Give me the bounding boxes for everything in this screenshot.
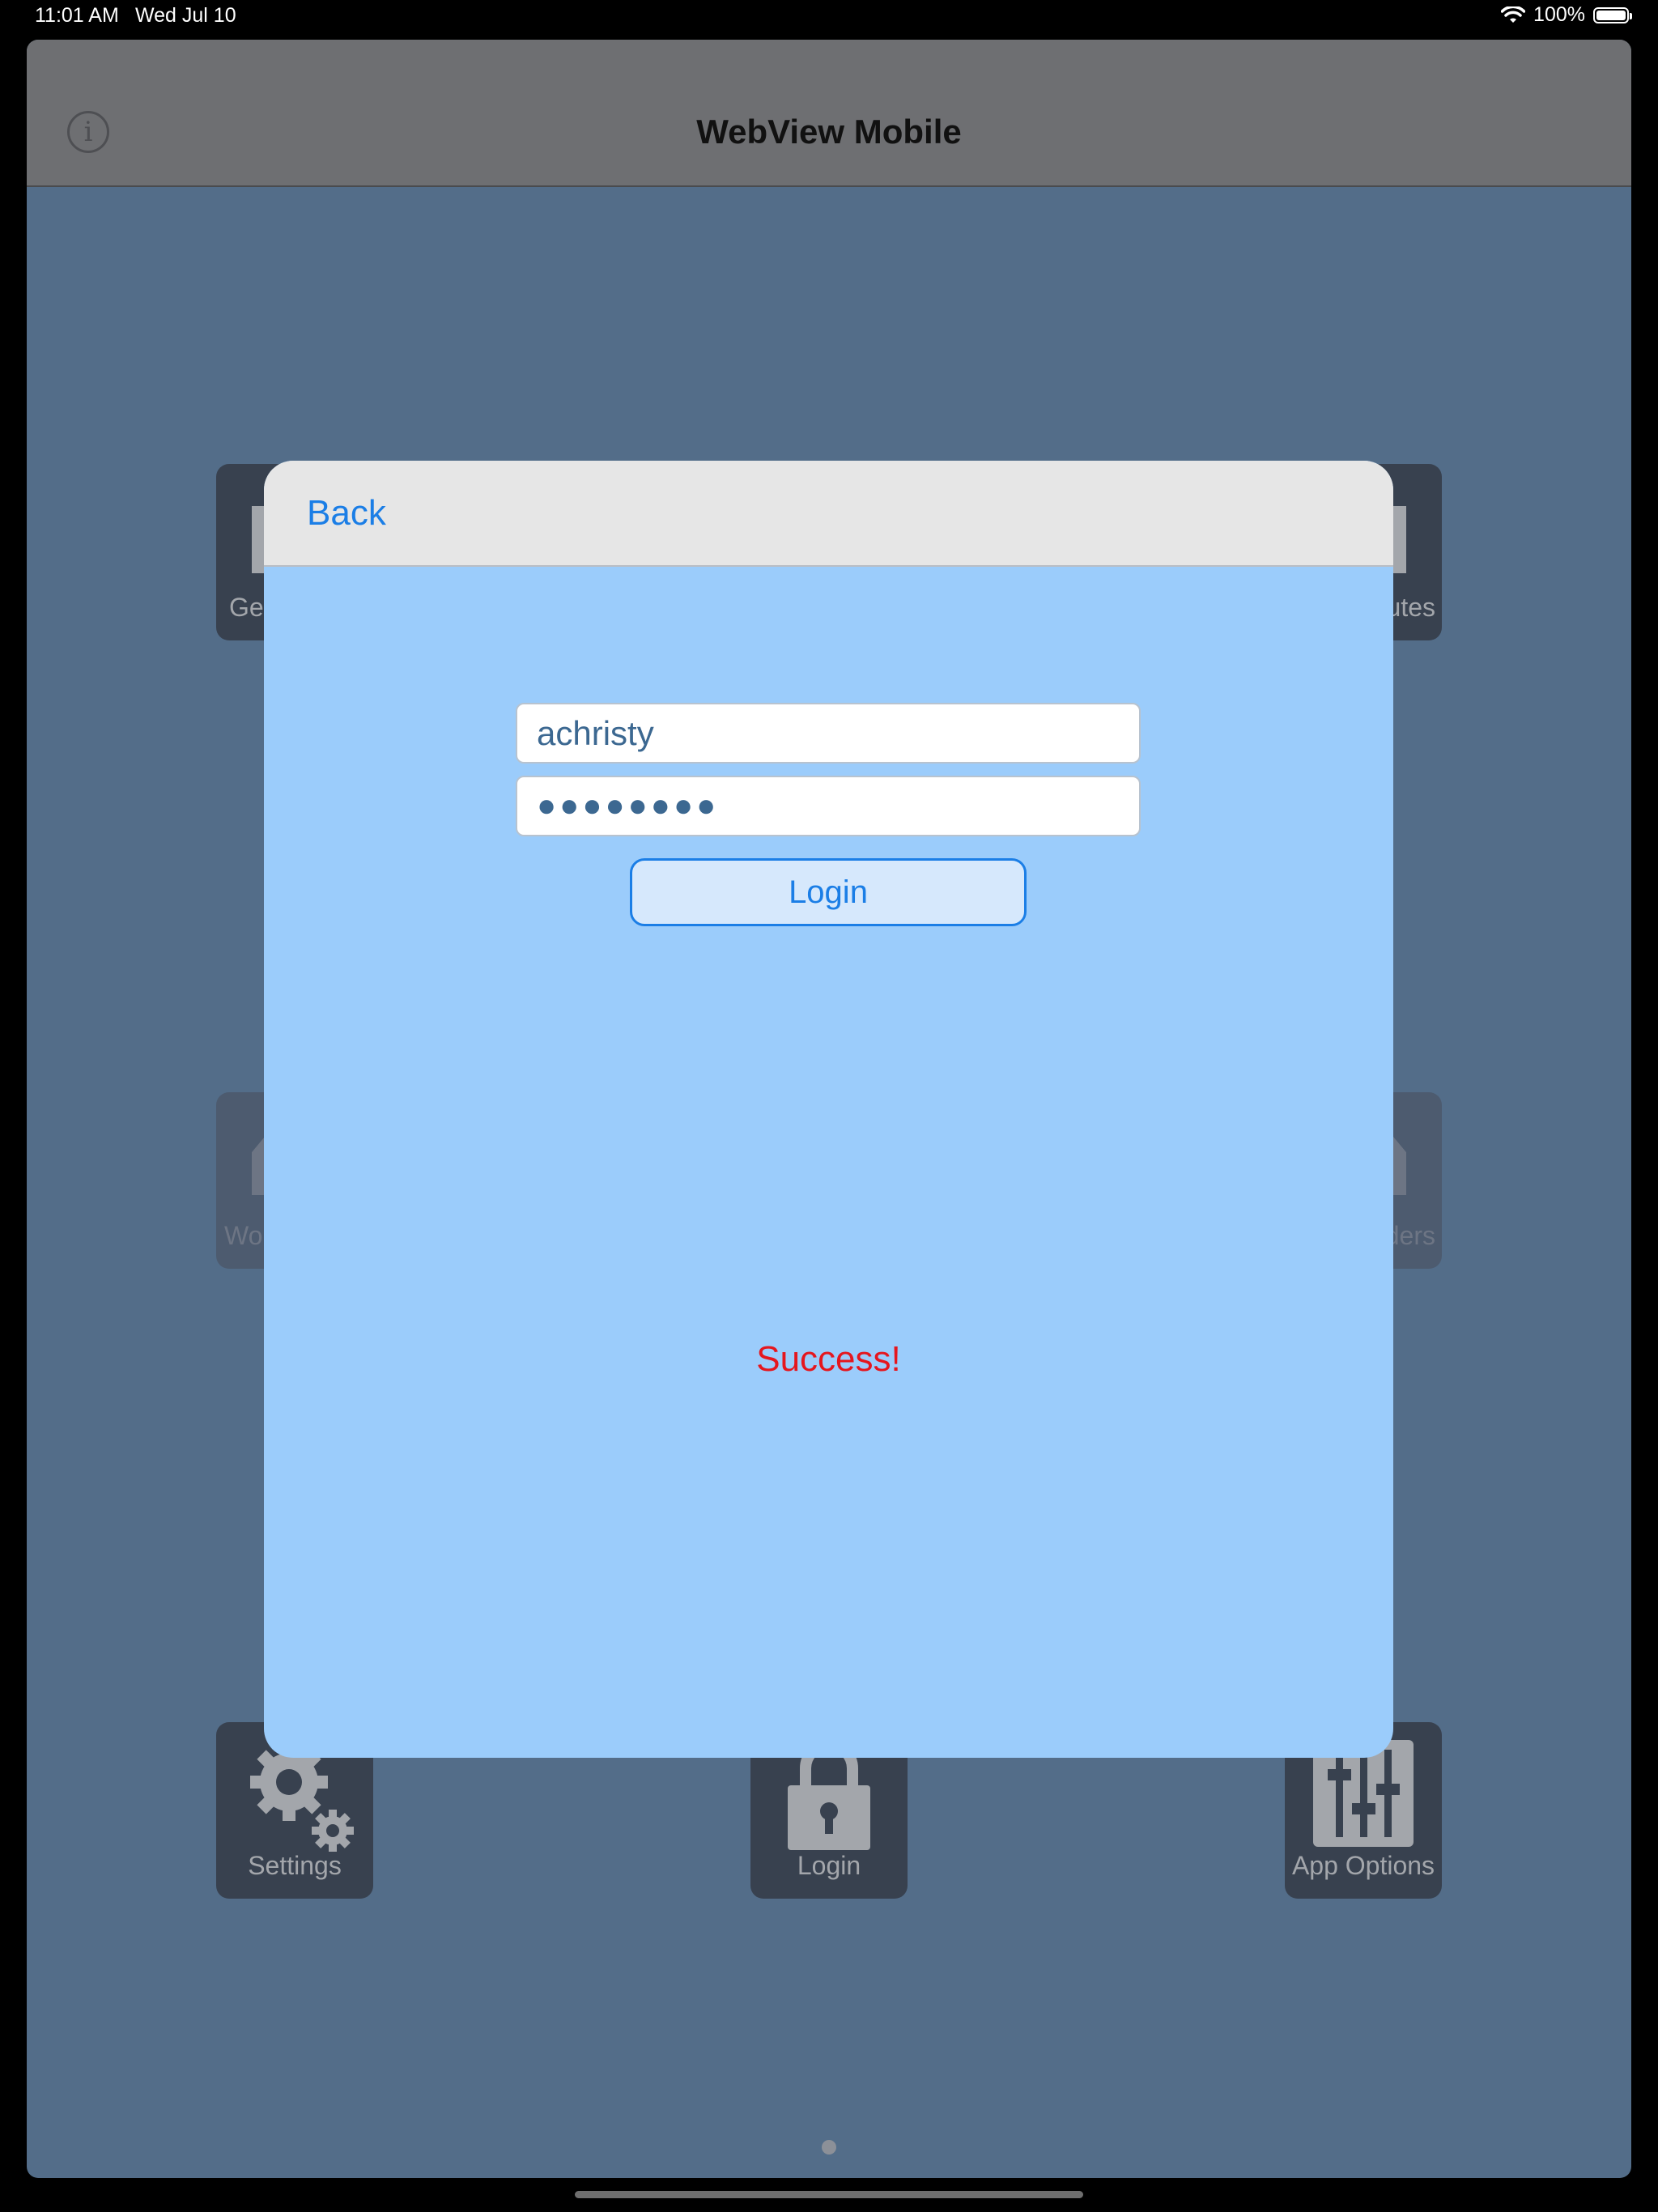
tile-label: Login <box>797 1851 861 1880</box>
home-indicator[interactable] <box>575 2191 1083 2198</box>
status-message: Success! <box>756 1339 901 1379</box>
password-field[interactable] <box>516 776 1141 836</box>
status-indicators: 100% <box>1501 3 1632 27</box>
login-button[interactable]: Login <box>630 858 1027 926</box>
login-modal: Back Login Success! <box>264 461 1393 1758</box>
page-indicator <box>822 2140 836 2155</box>
username-field[interactable] <box>516 703 1141 764</box>
navigation-bar: i WebView Mobile <box>27 40 1631 187</box>
status-time: 11:01 AM <box>35 4 119 27</box>
battery-icon <box>1593 6 1632 23</box>
modal-header: Back <box>264 461 1393 567</box>
battery-percent: 100% <box>1533 3 1585 26</box>
back-button[interactable]: Back <box>307 493 386 534</box>
tile-label: Settings <box>248 1851 342 1880</box>
status-bar: 11:01 AM Wed Jul 10 100% <box>0 0 1658 36</box>
tile-label: App Options <box>1291 1851 1435 1880</box>
nav-title: WebView Mobile <box>696 113 962 151</box>
wifi-icon <box>1501 6 1526 23</box>
status-date: Wed Jul 10 <box>135 4 236 27</box>
